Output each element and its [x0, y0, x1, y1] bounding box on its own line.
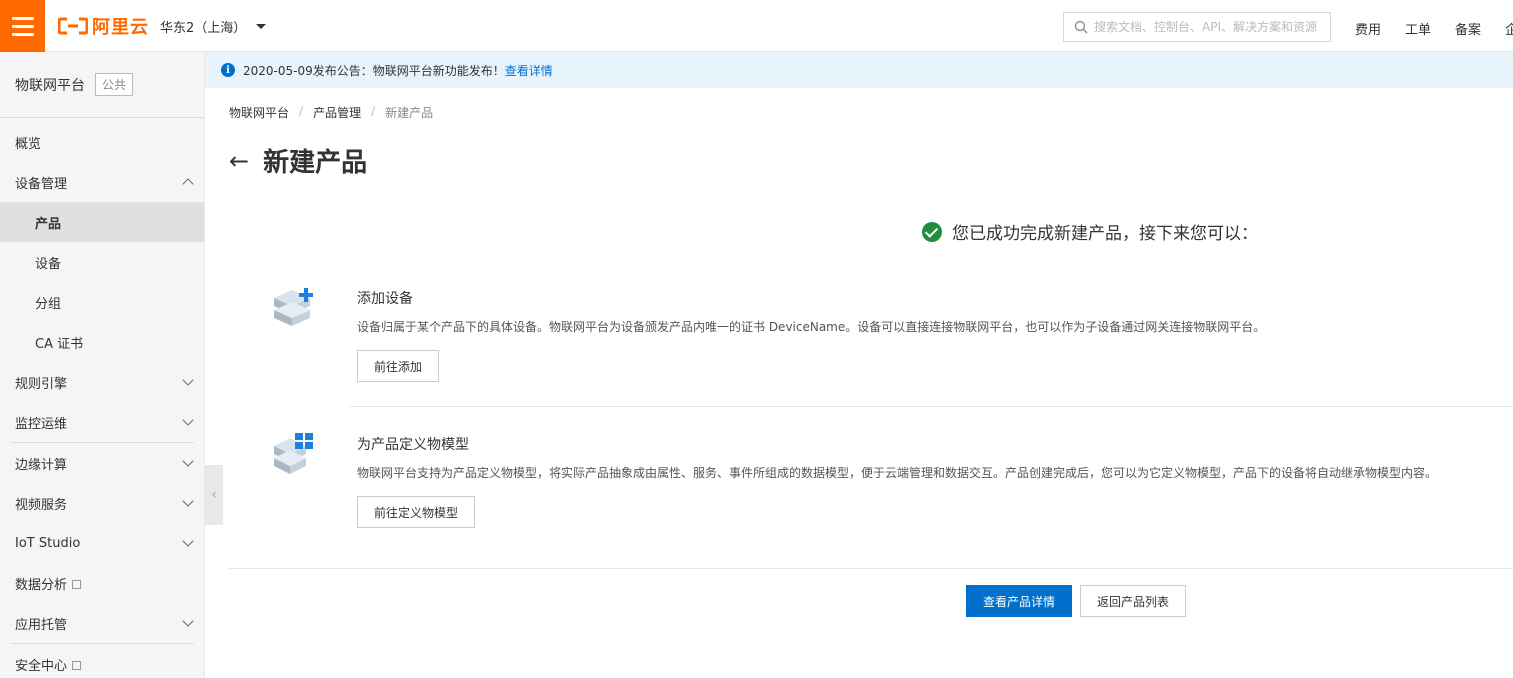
aliyun-logo[interactable]: 阿里云 — [58, 14, 149, 38]
breadcrumb-separator: / — [299, 104, 304, 118]
sidebar-item-video-service[interactable]: 视频服务 — [0, 483, 204, 523]
page-title: 新建产品 — [263, 148, 368, 178]
sidebar-item-label: 视频服务 — [15, 497, 68, 513]
logo-text: 阿里云 — [92, 17, 149, 38]
sidebar-item-label: 分组 — [35, 296, 62, 312]
thing-model-icon — [274, 433, 313, 474]
go-add-device-button[interactable]: 前往添加 — [357, 350, 440, 382]
region-label: 华东2（上海） — [160, 21, 247, 36]
chevron-down-icon — [182, 495, 194, 507]
sidebar-item-product[interactable]: 产品 — [0, 202, 204, 242]
sidebar-item-monitoring[interactable]: 监控运维 — [0, 402, 204, 442]
public-badge: 公共 — [95, 73, 134, 96]
chevron-up-icon — [182, 178, 194, 190]
chevron-down-icon — [182, 455, 194, 467]
back-arrow-icon[interactable]: ← — [229, 149, 249, 173]
sidebar-item-label: IoT Studio — [15, 535, 81, 551]
step-title: 添加设备 — [357, 291, 413, 307]
sidebar-item-ca-cert[interactable]: CA 证书 — [0, 322, 204, 362]
nav-icp[interactable]: 备案 — [1455, 19, 1481, 38]
breadcrumb-item[interactable]: 物联网平台 — [229, 104, 289, 121]
top-nav: 费用 工单 备案 企 — [1355, 19, 1513, 38]
external-link-icon — [72, 660, 82, 670]
aliyun-logo-icon — [58, 17, 88, 35]
chevron-down-icon — [182, 374, 194, 386]
sidebar-item-label: CA 证书 — [35, 336, 84, 352]
sidebar-item-iot-studio[interactable]: IoT Studio — [0, 523, 204, 563]
back-to-product-list-button[interactable]: 返回产品列表 — [1080, 585, 1187, 617]
step-title: 为产品定义物模型 — [357, 437, 469, 453]
menu-icon[interactable] — [0, 0, 45, 52]
external-link-icon — [72, 579, 82, 589]
search-box[interactable] — [1063, 12, 1331, 42]
search-input[interactable] — [1094, 20, 1324, 34]
breadcrumb: 物联网平台 / 产品管理 / 新建产品 — [229, 104, 433, 121]
go-define-model-button[interactable]: 前往定义物模型 — [357, 496, 476, 528]
success-message: 您已成功完成新建产品，接下来您可以： — [922, 219, 1258, 244]
sidebar-item-data-analysis[interactable]: 数据分析 — [0, 563, 204, 603]
step-description: 设备归属于某个产品下的具体设备。物联网平台为设备颁发产品内唯一的证书 Devic… — [357, 320, 1266, 334]
view-product-details-button[interactable]: 查看产品详情 — [966, 585, 1073, 617]
sidebar-item-label: 规则引擎 — [15, 376, 68, 392]
success-text: 您已成功完成新建产品，接下来您可以： — [952, 224, 1258, 244]
divider — [229, 568, 1513, 569]
sidebar-item-edge-computing[interactable]: 边缘计算 — [0, 443, 204, 483]
announcement-text: 2020-05-09发布公告：物联网平台新功能发布！ — [243, 63, 505, 78]
sidebar-item-app-hosting[interactable]: 应用托管 — [0, 603, 204, 643]
sidebar-item-security-center[interactable]: 安全中心 — [0, 644, 204, 678]
sidebar-item-label: 数据分析 — [15, 577, 68, 593]
sidebar-item-label: 监控运维 — [15, 416, 68, 432]
announcement-link[interactable]: 查看详情 — [505, 62, 553, 79]
sidebar-item-label: 概览 — [15, 136, 42, 152]
sidebar-item-label: 设备 — [35, 256, 62, 272]
chevron-down-icon — [182, 414, 194, 426]
sidebar-item-device-management[interactable]: 设备管理 — [0, 162, 204, 202]
nav-fees[interactable]: 费用 — [1355, 19, 1381, 38]
sidebar-item-label: 安全中心 — [15, 658, 68, 674]
sidebar-header: 物联网平台 公共 — [0, 52, 204, 118]
region-selector[interactable]: 华东2（上海） — [160, 17, 267, 36]
sidebar-item-overview[interactable]: 概览 — [0, 122, 204, 162]
sidebar-collapse-button[interactable]: ‹ — [205, 465, 223, 525]
check-circle-icon — [922, 221, 942, 242]
sidebar-item-label: 设备管理 — [15, 176, 68, 192]
breadcrumb-current: 新建产品 — [385, 106, 434, 120]
sidebar-item-rule-engine[interactable]: 规则引擎 — [0, 362, 204, 402]
nav-enterprise[interactable]: 企 — [1505, 19, 1513, 38]
announcement-bar: i 2020-05-09发布公告：物联网平台新功能发布！ 查看详情 — [205, 52, 1513, 88]
sidebar-item-device[interactable]: 设备 — [0, 242, 204, 282]
chevron-down-icon — [182, 535, 194, 547]
sidebar-title: 物联网平台 — [15, 77, 85, 94]
chevron-down-icon — [182, 615, 194, 627]
breadcrumb-item[interactable]: 产品管理 — [313, 104, 361, 121]
top-bar: 阿里云 华东2（上海） 费用 工单 备案 企 — [0, 0, 1513, 52]
nav-tickets[interactable]: 工单 — [1405, 19, 1431, 38]
breadcrumb-separator: / — [371, 104, 376, 118]
sidebar-item-label: 应用托管 — [15, 617, 68, 633]
sidebar: 物联网平台 公共 概览 设备管理 产品 设备 分组 CA 证书 规则引擎 监控运… — [0, 52, 205, 678]
sidebar-item-group[interactable]: 分组 — [0, 282, 204, 322]
step-description: 物联网平台支持为产品定义物模型，将实际产品抽象成由属性、服务、事件所组成的数据模… — [357, 466, 1438, 480]
info-icon: i — [221, 63, 235, 77]
sidebar-item-label: 边缘计算 — [15, 457, 68, 473]
add-device-icon — [274, 288, 313, 326]
sidebar-item-label: 产品 — [35, 216, 62, 232]
search-icon — [1074, 20, 1088, 34]
divider — [350, 406, 1513, 407]
page-header: ← 新建产品 — [229, 142, 367, 179]
caret-down-icon — [256, 24, 267, 29]
